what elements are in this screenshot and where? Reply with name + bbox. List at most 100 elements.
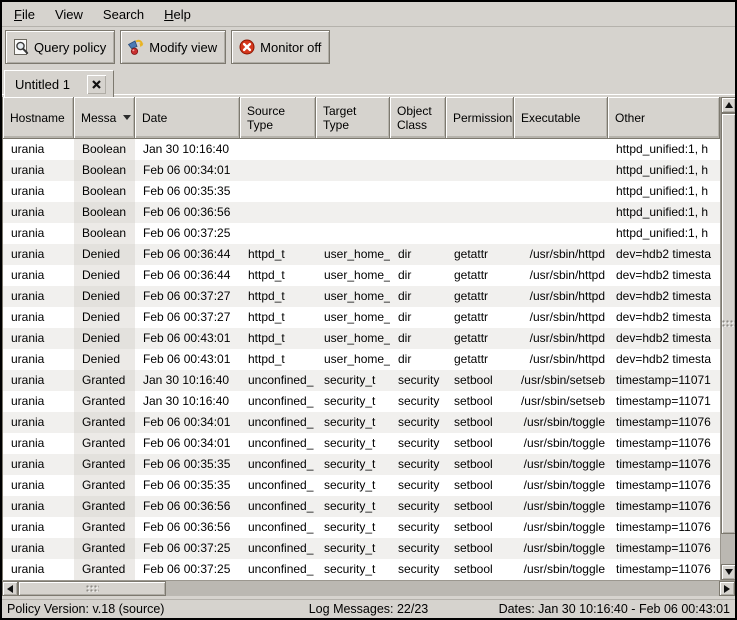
- query-policy-button[interactable]: Query policy: [5, 30, 115, 64]
- cell-hostname: urania: [3, 538, 74, 559]
- cell-permission: getattr: [446, 328, 514, 349]
- horizontal-scrollbar[interactable]: [2, 580, 735, 596]
- cell-date: Feb 06 00:43:01: [135, 328, 240, 349]
- column-header-label: Other: [615, 111, 645, 125]
- horizontal-scrollbar-track[interactable]: [18, 581, 719, 596]
- arrow-left-icon: [7, 585, 13, 593]
- scroll-up-button[interactable]: [721, 97, 736, 113]
- cell-permission: getattr: [446, 244, 514, 265]
- cell-executable: [514, 139, 608, 160]
- menubar-item-file[interactable]: File: [4, 4, 45, 25]
- vertical-scrollbar-thumb[interactable]: [721, 113, 736, 534]
- vertical-scrollbar-track[interactable]: [721, 113, 736, 564]
- column-header-hostname[interactable]: Hostname: [3, 97, 74, 139]
- table-row[interactable]: uraniaDeniedFeb 06 00:43:01httpd_tuser_h…: [3, 328, 720, 349]
- cell-date: Feb 06 00:35:35: [135, 454, 240, 475]
- column-header-executable[interactable]: Executable: [514, 97, 608, 139]
- table-row[interactable]: uraniaDeniedFeb 06 00:36:44httpd_tuser_h…: [3, 244, 720, 265]
- table-row[interactable]: uraniaBooleanFeb 06 00:35:35httpd_unifie…: [3, 181, 720, 202]
- cell-executable: /usr/sbin/toggle: [514, 433, 608, 454]
- cell-object-class: security: [390, 559, 446, 580]
- tab-bar: Untitled 1: [2, 67, 735, 97]
- cell-object-class: dir: [390, 328, 446, 349]
- cell-permission: setbool: [446, 391, 514, 412]
- cell-other: httpd_unified:1, h: [608, 139, 720, 160]
- table-row[interactable]: uraniaBooleanFeb 06 00:34:01httpd_unifie…: [3, 160, 720, 181]
- cell-hostname: urania: [3, 454, 74, 475]
- column-header-object-class[interactable]: Object Class: [390, 97, 446, 139]
- cell-permission: getattr: [446, 265, 514, 286]
- cell-permission: setbool: [446, 412, 514, 433]
- horizontal-scrollbar-thumb[interactable]: [18, 581, 166, 596]
- cell-hostname: urania: [3, 475, 74, 496]
- close-icon: [91, 79, 102, 90]
- cell-target-type: security_t: [316, 433, 390, 454]
- table-row[interactable]: uraniaDeniedFeb 06 00:36:44httpd_tuser_h…: [3, 265, 720, 286]
- menubar-item-help[interactable]: Help: [154, 4, 201, 25]
- cell-executable: /usr/sbin/setseb: [514, 370, 608, 391]
- column-header-other[interactable]: Other: [608, 97, 720, 139]
- table-row[interactable]: uraniaGrantedFeb 06 00:37:25unconfined_s…: [3, 559, 720, 580]
- table-row[interactable]: uraniaGrantedFeb 06 00:34:01unconfined_s…: [3, 412, 720, 433]
- cell-source-type: httpd_t: [240, 265, 316, 286]
- cell-executable: /usr/sbin/toggle: [514, 496, 608, 517]
- table-row[interactable]: uraniaGrantedFeb 06 00:37:25unconfined_s…: [3, 538, 720, 559]
- vertical-scrollbar[interactable]: [720, 97, 736, 580]
- scroll-left-button[interactable]: [2, 581, 18, 596]
- cell-messa: Granted: [74, 391, 135, 412]
- cell-hostname: urania: [3, 160, 74, 181]
- menubar-item-search[interactable]: Search: [93, 4, 154, 25]
- column-header-permission[interactable]: Permission: [446, 97, 514, 139]
- cell-hostname: urania: [3, 202, 74, 223]
- cell-messa: Granted: [74, 517, 135, 538]
- table-row[interactable]: uraniaGrantedFeb 06 00:36:56unconfined_s…: [3, 517, 720, 538]
- cell-executable: [514, 160, 608, 181]
- cell-permission: [446, 139, 514, 160]
- menubar-item-view[interactable]: View: [45, 4, 93, 25]
- tab-close-button[interactable]: [87, 75, 106, 94]
- tab-untitled-1[interactable]: Untitled 1: [4, 70, 114, 97]
- modify-view-button[interactable]: Modify view: [120, 30, 226, 64]
- cell-permission: getattr: [446, 349, 514, 370]
- cell-source-type: unconfined_: [240, 496, 316, 517]
- table-row[interactable]: uraniaGrantedFeb 06 00:36:56unconfined_s…: [3, 496, 720, 517]
- table-row[interactable]: uraniaBooleanFeb 06 00:37:25httpd_unifie…: [3, 223, 720, 244]
- log-messages-status: Log Messages: 22/23: [309, 602, 429, 616]
- table-header: HostnameMessaDateSource TypeTarget TypeO…: [3, 97, 720, 139]
- table-row[interactable]: uraniaGrantedFeb 06 00:35:35unconfined_s…: [3, 454, 720, 475]
- cell-other: dev=hdb2 timesta: [608, 265, 720, 286]
- scroll-right-button[interactable]: [719, 581, 735, 596]
- table-row[interactable]: uraniaGrantedFeb 06 00:34:01unconfined_s…: [3, 433, 720, 454]
- table-row[interactable]: uraniaBooleanFeb 06 00:36:56httpd_unifie…: [3, 202, 720, 223]
- column-header-label: Object Class: [397, 104, 432, 132]
- menu-bar: FileViewSearchHelp: [2, 2, 735, 27]
- column-header-source-type[interactable]: Source Type: [240, 97, 316, 139]
- table-row[interactable]: uraniaGrantedJan 30 10:16:40unconfined_s…: [3, 391, 720, 412]
- table-row[interactable]: uraniaBooleanJan 30 10:16:40httpd_unifie…: [3, 139, 720, 160]
- scroll-down-button[interactable]: [721, 564, 736, 580]
- cell-permission: [446, 181, 514, 202]
- cell-hostname: urania: [3, 412, 74, 433]
- column-header-date[interactable]: Date: [135, 97, 240, 139]
- table-body: uraniaBooleanJan 30 10:16:40httpd_unifie…: [3, 139, 720, 580]
- table-row[interactable]: uraniaDeniedFeb 06 00:43:01httpd_tuser_h…: [3, 349, 720, 370]
- monitor-off-button[interactable]: Monitor off: [231, 30, 330, 64]
- cell-object-class: security: [390, 412, 446, 433]
- cell-permission: setbool: [446, 517, 514, 538]
- table-row[interactable]: uraniaGrantedFeb 06 00:35:35unconfined_s…: [3, 475, 720, 496]
- cell-messa: Denied: [74, 286, 135, 307]
- cell-messa: Granted: [74, 496, 135, 517]
- table-row[interactable]: uraniaGrantedJan 30 10:16:40unconfined_s…: [3, 370, 720, 391]
- cell-hostname: urania: [3, 328, 74, 349]
- column-header-target-type[interactable]: Target Type: [316, 97, 390, 139]
- cell-hostname: urania: [3, 223, 74, 244]
- cell-target-type: security_t: [316, 412, 390, 433]
- cell-other: dev=hdb2 timesta: [608, 307, 720, 328]
- cell-date: Feb 06 00:35:35: [135, 475, 240, 496]
- cell-messa: Granted: [74, 475, 135, 496]
- table-row[interactable]: uraniaDeniedFeb 06 00:37:27httpd_tuser_h…: [3, 307, 720, 328]
- table-row[interactable]: uraniaDeniedFeb 06 00:37:27httpd_tuser_h…: [3, 286, 720, 307]
- column-header-label: Messa: [81, 111, 116, 125]
- cell-object-class: security: [390, 454, 446, 475]
- column-header-messa[interactable]: Messa: [74, 97, 135, 139]
